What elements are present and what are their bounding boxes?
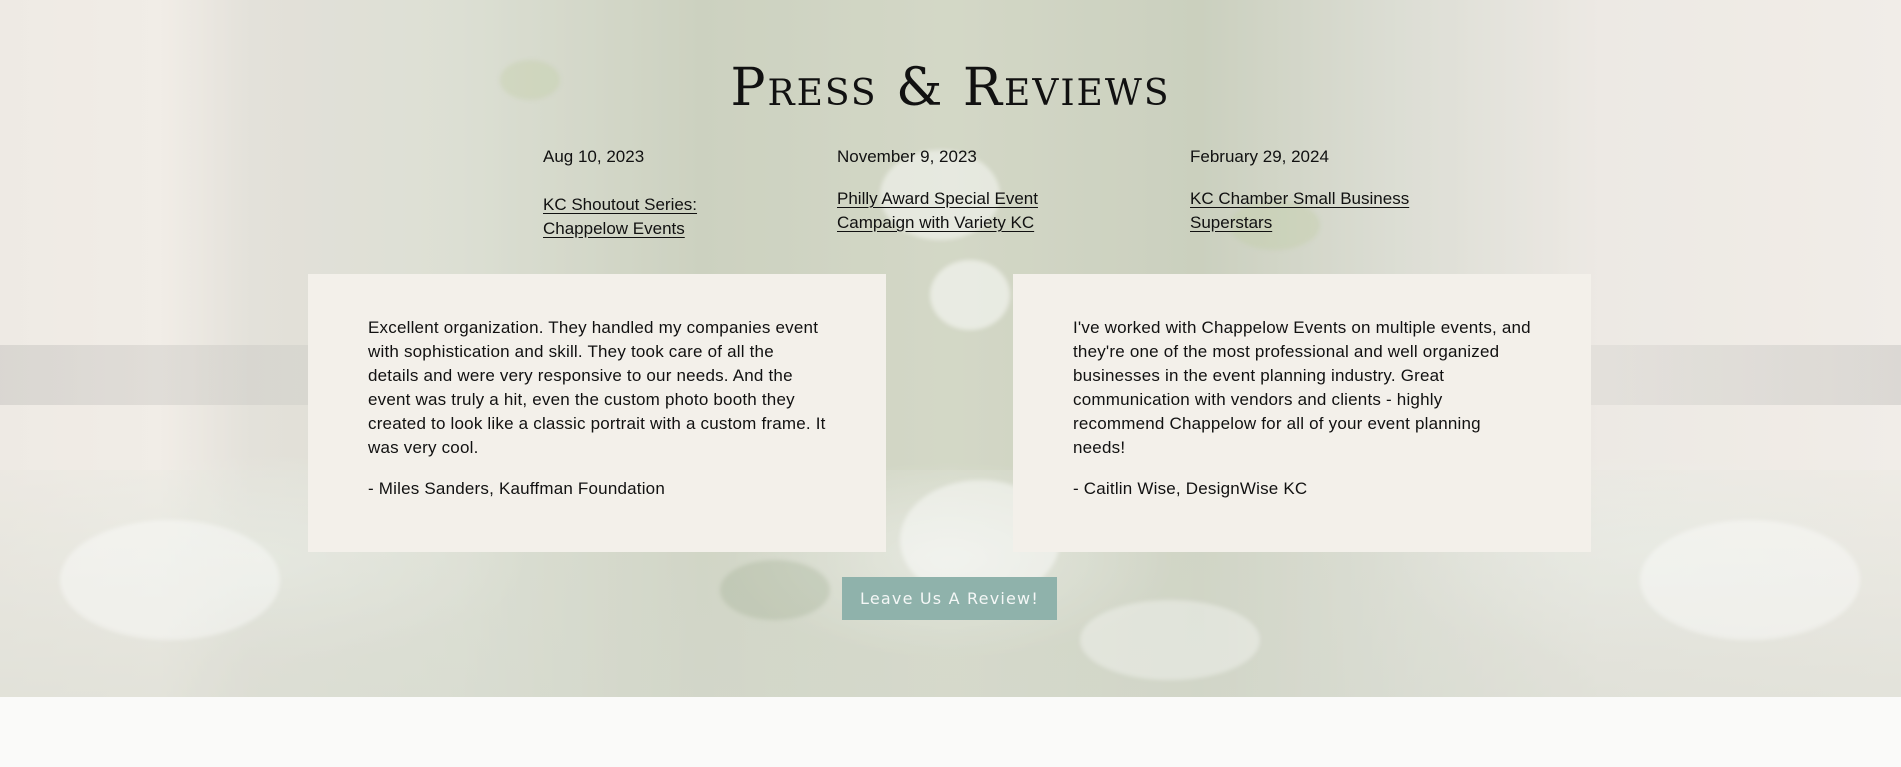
press-link[interactable]: Philly Award Special Event Campaign with…: [837, 189, 1038, 232]
press-link[interactable]: KC Chamber Small Business Superstars: [1190, 189, 1409, 232]
review-author: - Caitlin Wise, DesignWise KC: [1073, 479, 1308, 498]
press-date: February 29, 2024: [1190, 147, 1329, 166]
leave-review-button[interactable]: Leave Us A Review!: [842, 577, 1057, 620]
page-title: Press & Reviews: [730, 58, 1171, 118]
review-card: I've worked with Chappelow Events on mul…: [1013, 274, 1591, 552]
review-quote: Excellent organization. They handled my …: [368, 318, 826, 457]
press-date: November 9, 2023: [837, 147, 977, 166]
review-card: Excellent organization. They handled my …: [308, 274, 886, 552]
review-quote: I've worked with Chappelow Events on mul…: [1073, 318, 1531, 457]
press-item: Aug 10, 2023 KC Shoutout Series: Chappel…: [543, 145, 723, 241]
press-item: February 29, 2024 KC Chamber Small Busin…: [1190, 145, 1410, 235]
press-item: November 9, 2023 Philly Award Special Ev…: [837, 145, 1097, 235]
press-link[interactable]: KC Shoutout Series: Chappelow Events: [543, 195, 697, 238]
review-author: - Miles Sanders, Kauffman Foundation: [368, 479, 665, 498]
press-date: Aug 10, 2023: [543, 147, 645, 166]
